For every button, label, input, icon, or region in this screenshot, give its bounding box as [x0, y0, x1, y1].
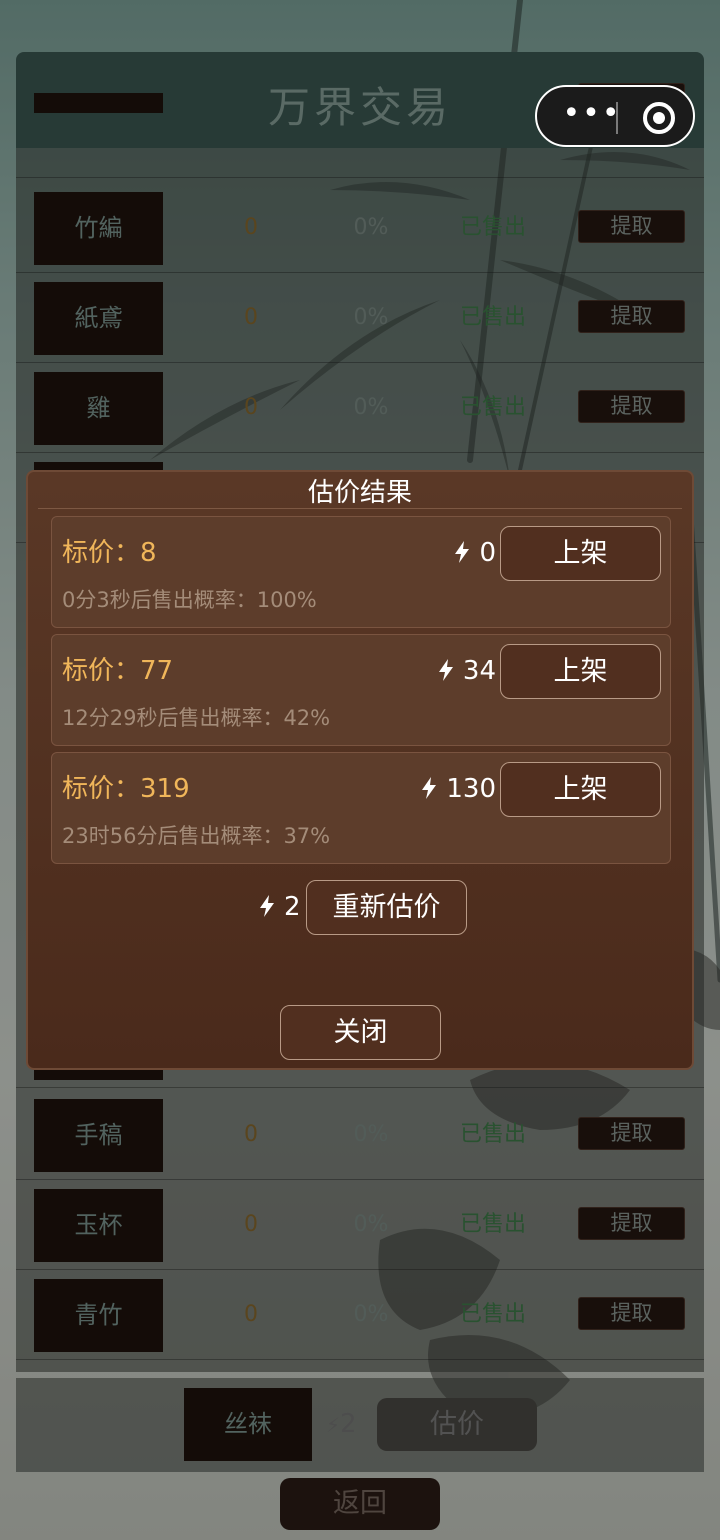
close-button[interactable]: 关闭 [280, 1005, 441, 1060]
lightning-icon [260, 895, 274, 917]
dialog-title: 估价结果 [307, 478, 412, 508]
reestimate-cost-value: 2 [284, 892, 301, 922]
offer-price: 标价：77 [62, 656, 174, 686]
offer-cost: 130 [420, 771, 496, 807]
lightning-icon [455, 541, 470, 563]
price-offer: 标价：319 130 上架 23时56分后售出概率：37% [51, 752, 671, 864]
list-button[interactable]: 上架 [500, 644, 661, 699]
list-button[interactable]: 上架 [500, 762, 661, 817]
reestimate-cost: 2 [258, 882, 308, 932]
offer-probability: 23时56分后售出概率：37% [62, 824, 331, 848]
offer-cost-value: 130 [446, 774, 496, 804]
lightning-icon [438, 659, 453, 681]
offer-cost-value: 0 [479, 538, 496, 568]
offer-cost: 0 [453, 535, 496, 571]
offer-cost-value: 34 [462, 656, 496, 686]
price-offer: 标价：8 0 上架 0分3秒后售出概率：100% [51, 516, 671, 628]
list-button[interactable]: 上架 [500, 526, 661, 581]
offer-price: 标价：8 [62, 538, 157, 568]
miniprogram-capsule: ••• [535, 85, 695, 147]
lightning-icon [422, 777, 437, 799]
title-divider [38, 508, 682, 509]
offer-probability: 12分29秒后售出概率：42% [62, 706, 331, 730]
price-offer: 标价：77 34 上架 12分29秒后售出概率：42% [51, 634, 671, 746]
estimate-result-dialog: 估价结果 标价：8 0 上架 0分3秒后售出概率：100% 标价：77 34 上… [26, 470, 694, 1070]
offer-price: 标价：319 [62, 774, 190, 804]
target-circle-icon[interactable] [642, 101, 676, 135]
reestimate-button[interactable]: 重新估价 [306, 880, 467, 935]
offer-cost: 34 [437, 653, 496, 689]
capsule-divider [616, 102, 618, 134]
offer-probability: 0分3秒后售出概率：100% [62, 588, 317, 612]
